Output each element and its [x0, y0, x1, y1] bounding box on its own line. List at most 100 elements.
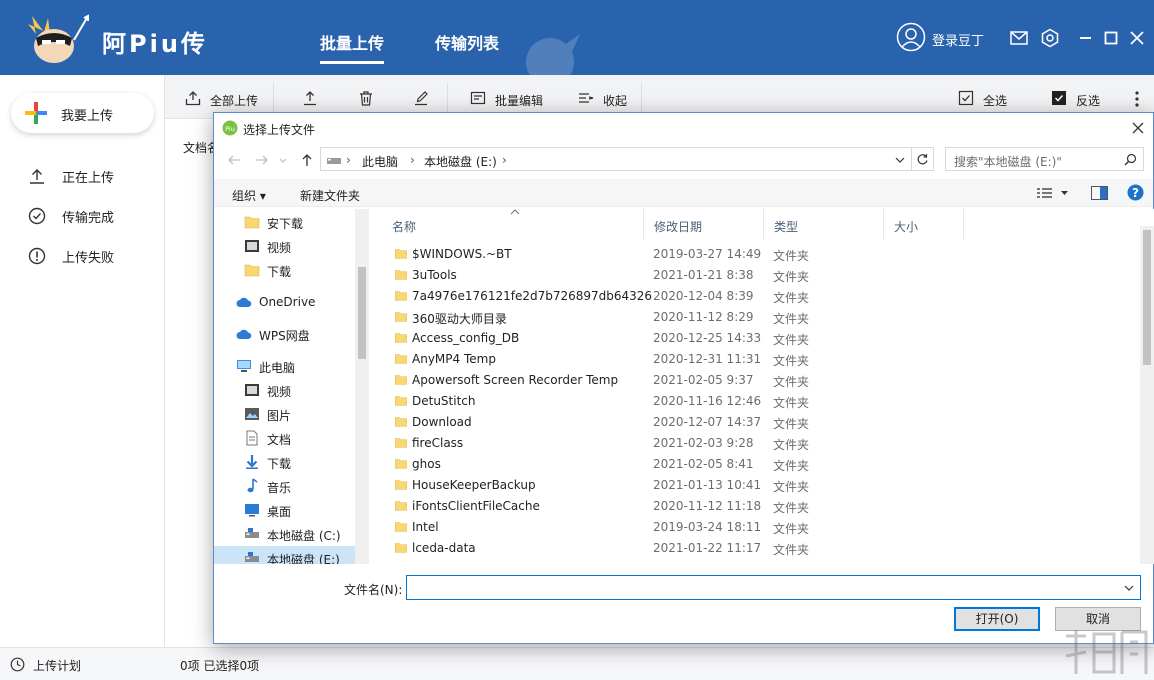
file-row[interactable]: Access_config_DB 2020-12-25 14:33 文件夹 — [372, 328, 1142, 349]
mail-icon[interactable] — [1009, 28, 1029, 48]
file-row[interactable]: $WINDOWS.~BT 2019-03-27 14:49 文件夹 — [372, 244, 1142, 265]
breadcrumb-drive-e[interactable]: 本地磁盘 (E:) — [424, 153, 497, 170]
close-icon[interactable] — [1127, 28, 1147, 48]
upload-plan-button[interactable]: 上传计划 — [0, 647, 165, 680]
nav-item[interactable]: 图片 — [214, 402, 356, 426]
preview-pane-icon[interactable] — [1091, 186, 1108, 200]
refresh-button[interactable] — [912, 147, 934, 171]
file-name: Download — [412, 415, 472, 429]
column-header-name[interactable]: 名称 — [382, 209, 644, 239]
file-row[interactable]: Intel 2019-03-24 18:11 文件夹 — [372, 517, 1142, 538]
collapse-button[interactable]: 收起 — [578, 90, 638, 108]
file-modified-date: 2020-12-07 14:37 — [653, 415, 762, 429]
nav-item-label: 本地磁盘 (C:) — [267, 529, 341, 543]
breadcrumb-this-pc[interactable]: 此电脑 — [362, 153, 398, 170]
file-type: 文件夹 — [773, 375, 810, 389]
nav-item[interactable]: 此电脑 — [214, 354, 356, 378]
batch-edit-button[interactable]: 批量编辑 — [470, 90, 550, 108]
file-row[interactable]: 3uTools 2021-01-21 8:38 文件夹 — [372, 265, 1142, 286]
settings-icon[interactable] — [1040, 28, 1060, 48]
file-type: 文件夹 — [773, 354, 810, 368]
cloud-icon — [236, 329, 252, 339]
tab-transfer-list[interactable]: 传输列表 — [435, 30, 499, 54]
sort-ascending-icon — [510, 209, 520, 215]
document-icon — [246, 430, 258, 446]
toolbar-divider — [273, 83, 274, 113]
login-link[interactable]: 登录豆丁 — [932, 30, 984, 49]
file-name: DetuStitch — [412, 394, 476, 408]
nav-item[interactable]: OneDrive — [214, 290, 356, 314]
maximize-icon[interactable] — [1101, 28, 1121, 48]
file-row[interactable]: ghos 2021-02-05 8:41 文件夹 — [372, 454, 1142, 475]
filename-input[interactable] — [406, 575, 1141, 600]
edit-button[interactable] — [413, 90, 431, 108]
nav-item[interactable]: 音乐 — [214, 474, 356, 498]
sidebar-item-failed[interactable]: 上传失败 — [28, 245, 158, 267]
drive-icon — [327, 158, 341, 164]
select-all-button[interactable]: 全选 — [958, 90, 1018, 108]
recent-dropdown-icon[interactable] — [278, 152, 288, 168]
address-bar[interactable]: › 此电脑 › 本地磁盘 (E:) › — [320, 147, 912, 171]
file-scroll-thumb[interactable] — [1143, 230, 1151, 365]
more-icon[interactable] — [1129, 90, 1145, 108]
nav-item[interactable]: 下载 — [214, 258, 356, 282]
nav-item[interactable]: 桌面 — [214, 498, 356, 522]
new-folder-button[interactable]: 新建文件夹 — [300, 187, 360, 204]
column-header-type[interactable]: 类型 — [764, 209, 884, 239]
help-icon[interactable]: ? — [1127, 184, 1144, 201]
upload-button[interactable] — [302, 90, 320, 108]
address-dropdown-icon[interactable] — [895, 156, 905, 164]
column-header-date[interactable]: 修改日期 — [644, 209, 764, 239]
nav-item[interactable]: 本地磁盘 (C:) — [214, 522, 356, 546]
tab-batch-upload[interactable]: 批量上传 — [320, 30, 385, 64]
nav-item[interactable]: WPS网盘 — [214, 322, 356, 346]
file-open-dialog: Piu 选择上传文件 › 此电脑 › 本地磁盘 (E:) › 搜索"本地磁盘 (… — [213, 112, 1154, 644]
column-header-size[interactable]: 大小 — [884, 209, 964, 239]
dialog-titlebar: Piu 选择上传文件 — [214, 113, 1153, 143]
file-row[interactable]: Apowersoft Screen Recorder Temp 2021-02-0… — [372, 370, 1142, 391]
nav-item[interactable]: 本地磁盘 (E:) — [214, 546, 356, 564]
nav-item[interactable]: 安下载 — [214, 210, 356, 234]
minimize-icon[interactable] — [1076, 28, 1096, 48]
dialog-close-icon[interactable] — [1127, 117, 1149, 139]
computer-icon — [237, 360, 251, 372]
search-input[interactable]: 搜索"本地磁盘 (E:)" — [945, 147, 1144, 171]
view-options-icon[interactable] — [1036, 186, 1072, 200]
folder-icon — [395, 270, 407, 280]
sidebar-item-completed[interactable]: 传输完成 — [28, 205, 158, 227]
selection-status: 0项 已选择0项 — [180, 659, 260, 673]
file-row[interactable]: fireClass 2021-02-03 9:28 文件夹 — [372, 433, 1142, 454]
sidebar-item-uploading[interactable]: 正在上传 — [28, 165, 158, 187]
delete-button[interactable] — [358, 90, 376, 108]
file-scrollbar[interactable] — [1140, 226, 1154, 564]
nav-scroll-thumb[interactable] — [358, 267, 366, 359]
nav-item[interactable]: 下载 — [214, 450, 356, 474]
organize-menu[interactable]: 组织 ▾ — [232, 187, 266, 204]
filename-dropdown-icon[interactable] — [1123, 582, 1135, 594]
toolbar-divider — [447, 83, 448, 113]
file-row[interactable]: HouseKeeperBackup 2021-01-13 10:41 文件夹 — [372, 475, 1142, 496]
file-row[interactable]: lceda-data 2021-01-22 11:17 文件夹 — [372, 538, 1142, 559]
forward-arrow-icon[interactable] — [254, 152, 270, 168]
nav-item[interactable]: 视频 — [214, 378, 356, 402]
user-avatar-icon[interactable] — [896, 22, 926, 52]
app-title: 阿Piu传 — [102, 30, 208, 58]
nav-item-label: 音乐 — [267, 481, 292, 495]
open-button[interactable]: 打开(O) — [954, 607, 1040, 631]
file-row[interactable]: DetuStitch 2020-11-16 12:46 文件夹 — [372, 391, 1142, 412]
file-row[interactable]: 7a4976e176121fe2d7b726897db64326 2020-12-… — [372, 286, 1142, 307]
file-row[interactable]: Download 2020-12-07 14:37 文件夹 — [372, 412, 1142, 433]
upload-all-button[interactable]: 全部上传 — [185, 90, 265, 108]
file-row[interactable]: AnyMP4 Temp 2020-12-31 11:31 文件夹 — [372, 349, 1142, 370]
nav-item[interactable]: 视频 — [214, 234, 356, 258]
invert-selection-button[interactable]: 反选 — [1051, 90, 1111, 108]
nav-item[interactable]: 文档 — [214, 426, 356, 450]
file-row[interactable]: 360驱动大师目录 2020-11-12 8:29 文件夹 — [372, 307, 1142, 328]
up-arrow-icon[interactable] — [299, 152, 315, 168]
nav-scrollbar[interactable] — [355, 209, 369, 564]
video-icon — [245, 384, 259, 396]
file-row[interactable]: iFontsClientFileCache 2020-11-12 11:18 文件夹 — [372, 496, 1142, 517]
back-arrow-icon[interactable] — [226, 152, 242, 168]
nav-item-label: 图片 — [267, 409, 292, 423]
upload-button[interactable]: 我要上传 — [11, 93, 154, 133]
